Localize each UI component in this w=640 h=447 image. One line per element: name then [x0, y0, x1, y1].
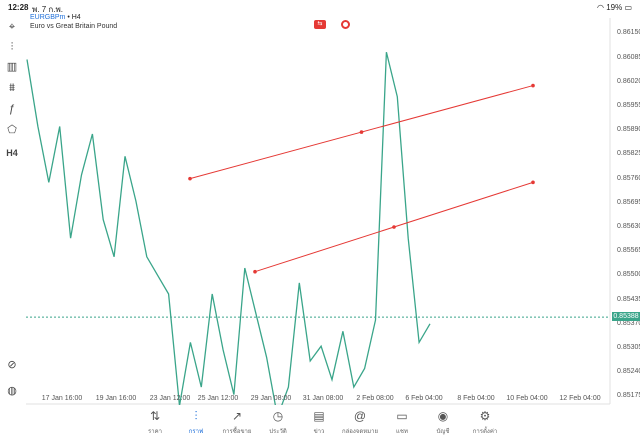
nav-label: ข่าว — [313, 429, 325, 435]
price-tick-label: 0.85305 — [617, 344, 640, 352]
price-tick-label: 0.85760 — [617, 174, 640, 182]
nav-chat[interactable]: ▭ แชท — [382, 408, 422, 436]
trendlines — [188, 83, 535, 274]
price-tick-label: 0.85565 — [617, 247, 640, 255]
time-tick-label: 19 Jan 16:00 — [95, 395, 137, 402]
nav-label: บัญชี — [436, 429, 450, 435]
price-tick-label: 0.85630 — [617, 223, 640, 231]
price-tick-label: 0.85175 — [617, 392, 640, 400]
price-tick-label: 0.86085 — [617, 53, 640, 61]
trendline-anchor[interactable] — [253, 269, 257, 274]
price-tick-label: 0.85435 — [617, 295, 640, 303]
nav-accounts[interactable]: ◉ บัญชี — [423, 408, 463, 436]
price-tick-label: 0.85695 — [617, 198, 640, 206]
price-tick-label: 0.85500 — [617, 271, 640, 279]
nav-chart[interactable]: ⫶ กราฟ — [176, 408, 216, 436]
trade-icon: ↗ — [231, 409, 243, 423]
price-tick-label: 0.85955 — [617, 102, 640, 110]
time-tick-label: 25 Jan 12:00 — [197, 395, 239, 402]
nav-trade[interactable]: ↗ การซื้อขาย — [217, 408, 257, 436]
news-icon: ▤ — [313, 409, 325, 423]
nav-label: แชท — [396, 429, 408, 435]
price-tick-label: 0.85890 — [617, 126, 640, 134]
chart-icon: ⫶ — [194, 409, 198, 423]
time-tick-label: 17 Jan 16:00 — [41, 395, 83, 402]
trendline-anchor[interactable] — [531, 83, 535, 88]
time-tick-label: 31 Jan 08:00 — [302, 395, 344, 402]
trendline-anchor[interactable] — [392, 225, 396, 229]
price-tick-label: 0.85825 — [617, 150, 640, 158]
price-tick-label: 0.85240 — [617, 368, 640, 376]
mail-icon: @ — [353, 409, 367, 423]
time-tick-label: 2 Feb 08:00 — [356, 395, 394, 402]
nav-history[interactable]: ◷ ประวัติ — [258, 408, 298, 436]
nav-settings[interactable]: ⚙ การตั้งค่า — [465, 408, 505, 436]
nav-label: ประวัติ — [269, 429, 287, 435]
chat-icon: ▭ — [396, 409, 408, 423]
price-tick-label: 0.86020 — [617, 77, 640, 85]
trendline-anchor[interactable] — [359, 130, 364, 134]
time-tick-label: 8 Feb 04:00 — [457, 395, 495, 402]
history-icon: ◷ — [272, 409, 284, 423]
nav-label: การตั้งค่า — [472, 429, 498, 435]
nav-quotes[interactable]: ⇅ ราคา — [135, 408, 175, 436]
time-tick-label: 23 Jan 12:00 — [149, 395, 191, 402]
nav-label: กราฟ — [188, 429, 204, 435]
nav-label: กล่องจดหมาย — [341, 429, 379, 435]
bottom-nav: ⇅ ราคา ⫶ กราฟ ↗ การซื้อขาย ◷ ประวัติ ▤ ข… — [0, 405, 640, 447]
trendline-anchor[interactable] — [188, 176, 192, 181]
price-tick-label: 0.86150 — [617, 29, 640, 37]
time-tick-label: 10 Feb 04:00 — [506, 395, 548, 402]
time-tick-label: 29 Jan 08:00 — [250, 395, 292, 402]
quotes-icon: ⇅ — [149, 409, 161, 423]
nav-news[interactable]: ▤ ข่าว — [299, 408, 339, 436]
time-tick-label: 12 Feb 04:00 — [559, 395, 601, 402]
account-icon: ◉ — [437, 409, 449, 423]
current-price-label: 0.85388 — [612, 312, 640, 322]
nav-mailbox[interactable]: @ กล่องจดหมาย — [340, 408, 380, 436]
nav-label: ราคา — [148, 429, 162, 435]
price-chart[interactable] — [0, 0, 640, 405]
nav-label: การซื้อขาย — [222, 429, 252, 435]
time-tick-label: 6 Feb 04:00 — [405, 395, 443, 402]
trendline-anchor[interactable] — [531, 180, 535, 185]
price-series-line — [26, 51, 431, 405]
settings-icon: ⚙ — [479, 409, 491, 423]
